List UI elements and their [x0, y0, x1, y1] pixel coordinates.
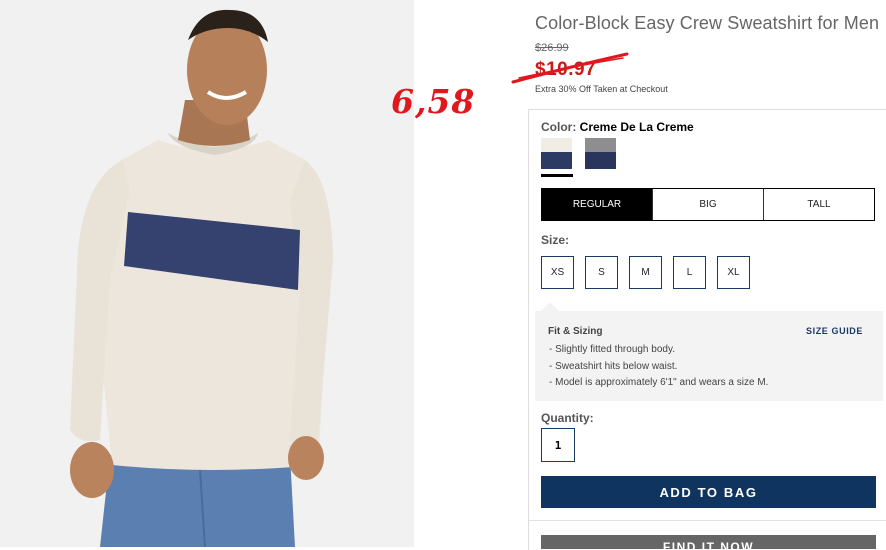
promo-text: Extra 30% Off Taken at Checkout: [535, 84, 668, 94]
fit-sizing-list: - Slightly fitted through body. - Sweats…: [549, 342, 768, 392]
size-option-s[interactable]: S: [585, 256, 618, 289]
fit-bullet: - Model is approximately 6'1" and wears …: [549, 377, 769, 388]
size-option-l[interactable]: L: [673, 256, 706, 289]
model-illustration: [0, 0, 414, 547]
swatch-grey-graphic: [585, 138, 616, 169]
divider: [528, 520, 886, 521]
selected-color-name: Creme De La Creme: [579, 120, 694, 134]
tab-regular[interactable]: REGULAR: [542, 189, 652, 220]
fit-box-caret: [541, 302, 559, 311]
swatch-creme-graphic: [541, 138, 572, 169]
handwritten-price-annotation: 6,58: [391, 82, 476, 121]
quantity-input[interactable]: 1: [541, 428, 575, 462]
fit-sizing-title: Fit & Sizing: [548, 326, 603, 337]
fit-bullet: - Sweatshirt hits below waist.: [549, 360, 678, 372]
product-title: Color-Block Easy Crew Sweatshirt for Men: [535, 13, 880, 33]
size-option-xs[interactable]: XS: [541, 256, 574, 289]
quantity-label: Quantity:: [541, 411, 594, 425]
add-to-bag-button[interactable]: ADD TO BAG: [541, 476, 876, 508]
color-swatch-creme[interactable]: [541, 138, 572, 169]
color-swatch-grey[interactable]: [585, 138, 616, 169]
size-guide-link[interactable]: SIZE GUIDE: [806, 326, 863, 336]
color-label: Color: Creme De La Creme: [541, 120, 694, 134]
tab-tall[interactable]: TALL: [763, 189, 874, 220]
fit-bullet: - Slightly fitted through body.: [549, 344, 675, 355]
tab-big[interactable]: BIG: [652, 189, 763, 220]
selected-swatch-indicator: [541, 174, 573, 177]
size-option-m[interactable]: M: [629, 256, 662, 289]
size-label: Size:: [541, 233, 570, 247]
size-option-xl[interactable]: XL: [717, 256, 750, 289]
color-label-text: Color:: [541, 120, 577, 134]
fit-type-tabs: REGULAR BIG TALL: [541, 188, 875, 221]
product-image: [0, 0, 414, 547]
